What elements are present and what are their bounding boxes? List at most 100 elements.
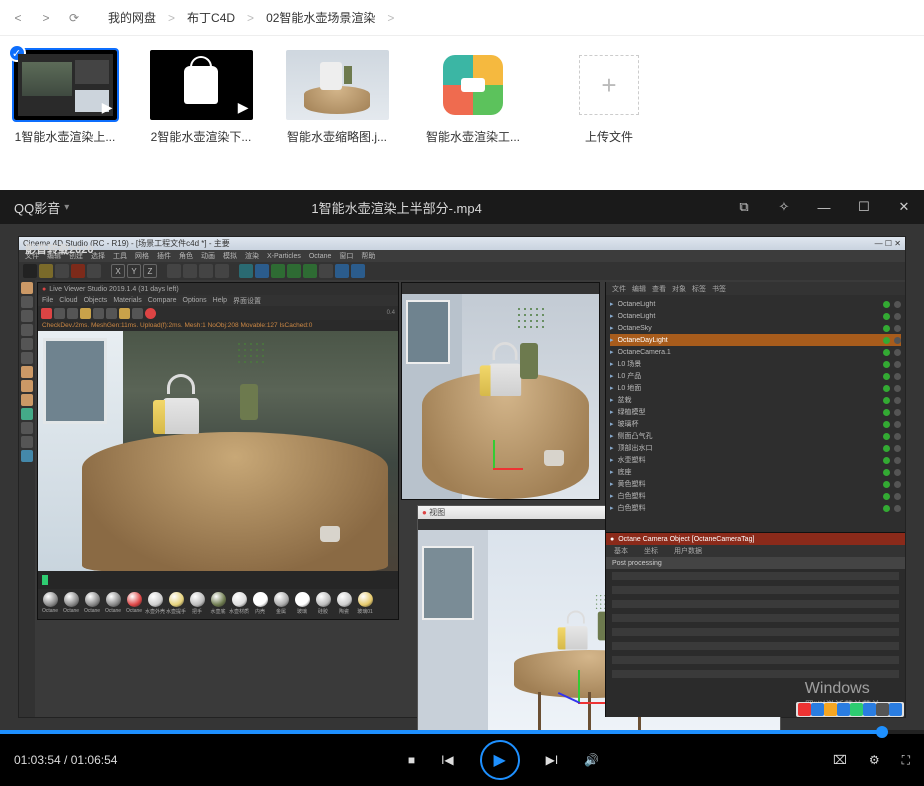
mode-icon[interactable] xyxy=(21,282,33,294)
menu-item[interactable]: 渲染 xyxy=(245,251,259,261)
tool-btn[interactable] xyxy=(183,264,197,278)
minimize-button[interactable]: — xyxy=(804,190,844,224)
tool-icon[interactable] xyxy=(67,308,78,319)
file-item[interactable]: ▶ 2智能水壶渲染下... xyxy=(146,50,256,145)
mode-icon[interactable] xyxy=(21,324,33,336)
file-thumb[interactable]: ✓ ▶ xyxy=(14,50,117,120)
player-app-name[interactable]: QQ影音 ▾ xyxy=(0,198,69,217)
tool-btn[interactable] xyxy=(319,264,333,278)
video-content[interactable]: 影音转载2020 Cinema 4D Studio (RC - R19) - [… xyxy=(0,224,924,730)
object-row[interactable]: ▸白色塑料 xyxy=(610,490,901,502)
material-item[interactable]: Octane xyxy=(40,592,60,618)
c4d-viewport-top[interactable] xyxy=(401,282,600,500)
tray-icon[interactable] xyxy=(811,703,824,716)
crumb-2[interactable]: 02智能水壶场景渲染 xyxy=(266,9,375,26)
material-item[interactable]: 水壶提手 xyxy=(166,592,186,618)
volume-button[interactable]: 🔊 xyxy=(584,753,599,767)
object-row[interactable]: ▸白色塑料 xyxy=(610,502,901,514)
tool-btn[interactable] xyxy=(271,264,285,278)
file-thumb[interactable]: ▶ xyxy=(150,50,253,120)
nav-forward[interactable]: > xyxy=(36,8,56,28)
rec-icon[interactable] xyxy=(41,308,52,319)
tool-icon[interactable] xyxy=(132,308,143,319)
menu-item[interactable]: 网格 xyxy=(135,251,149,261)
mode-icon[interactable] xyxy=(21,310,33,322)
pin-icon[interactable]: ✧ xyxy=(764,190,804,224)
slider[interactable] xyxy=(606,639,905,653)
material-item[interactable]: Octane xyxy=(82,592,102,618)
object-list[interactable]: ▸OctaneLight▸OctaneLight▸OctaneSky▸Octan… xyxy=(606,295,905,517)
tool-btn[interactable] xyxy=(39,264,53,278)
tool-icon[interactable] xyxy=(119,308,130,319)
tray-icon[interactable] xyxy=(824,703,837,716)
mode-icon[interactable] xyxy=(21,366,33,378)
axis-y[interactable]: Y xyxy=(127,264,141,278)
tool-btn[interactable] xyxy=(71,264,85,278)
material-item[interactable]: 内壳 xyxy=(250,592,270,618)
tool-btn[interactable] xyxy=(287,264,301,278)
maximize-button[interactable]: ☐ xyxy=(844,190,884,224)
tool-btn[interactable] xyxy=(351,264,365,278)
tool-icon[interactable] xyxy=(106,308,117,319)
material-item[interactable]: 把手 xyxy=(187,592,207,618)
material-item[interactable]: 陶瓷 xyxy=(334,592,354,618)
slider[interactable] xyxy=(606,597,905,611)
file-item[interactable]: 智能水壶缩略图.j... xyxy=(282,50,392,145)
tab[interactable]: 书签 xyxy=(712,284,726,294)
menu-item[interactable]: Octane xyxy=(309,253,332,260)
tab[interactable]: 文件 xyxy=(612,284,626,294)
slider[interactable] xyxy=(606,611,905,625)
menu-item[interactable]: 工具 xyxy=(113,251,127,261)
mode-icon[interactable] xyxy=(21,408,33,420)
play-button[interactable]: ▶ xyxy=(480,740,520,780)
object-row[interactable]: ▸OctaneCamera.1 xyxy=(610,346,901,358)
menu-item[interactable]: 界面设置 xyxy=(233,296,261,306)
slider[interactable] xyxy=(606,625,905,639)
file-item[interactable]: 智能水壶渲染工... xyxy=(418,50,528,145)
crumb-0[interactable]: 我的网盘 xyxy=(108,9,156,26)
progress-bar[interactable] xyxy=(0,730,924,734)
menu-item[interactable]: 窗口 xyxy=(339,251,353,261)
mode-icon[interactable] xyxy=(21,296,33,308)
tool-btn[interactable] xyxy=(303,264,317,278)
nav-reload[interactable]: ⟳ xyxy=(64,8,84,28)
tool-btn[interactable] xyxy=(23,264,37,278)
c4d-timeline[interactable] xyxy=(38,571,398,589)
object-row[interactable]: ▸底座 xyxy=(610,466,901,478)
fullscreen-button[interactable]: ⛶ xyxy=(902,753,910,768)
axis-z[interactable]: Z xyxy=(143,264,157,278)
material-item[interactable]: 金属 xyxy=(271,592,291,618)
tab[interactable]: 对象 xyxy=(672,284,686,294)
object-row[interactable]: ▸OctaneLight xyxy=(610,298,901,310)
material-item[interactable]: 玻璃01 xyxy=(355,592,375,618)
tool-btn[interactable] xyxy=(87,264,101,278)
tray-icon[interactable] xyxy=(889,703,902,716)
tray-icon[interactable] xyxy=(798,703,811,716)
crumb-1[interactable]: 布丁C4D xyxy=(187,9,235,26)
tool-btn[interactable] xyxy=(55,264,69,278)
object-row[interactable]: ▸玻璃杯 xyxy=(610,418,901,430)
object-row[interactable]: ▸绿植模型 xyxy=(610,406,901,418)
menu-item[interactable]: 插件 xyxy=(157,251,171,261)
slider[interactable] xyxy=(606,667,905,681)
nav-back[interactable]: < xyxy=(8,8,28,28)
settings-button[interactable]: ⚙ xyxy=(869,753,880,767)
upload-item[interactable]: + 上传文件 xyxy=(554,50,664,145)
object-row[interactable]: ▸盆栽 xyxy=(610,394,901,406)
menu-item[interactable]: 模拟 xyxy=(223,251,237,261)
menu-item[interactable]: Objects xyxy=(84,297,108,304)
pip-icon[interactable]: ⧉ xyxy=(724,190,764,224)
slider[interactable] xyxy=(606,653,905,667)
tray-icon[interactable] xyxy=(876,703,889,716)
material-item[interactable]: Octane xyxy=(61,592,81,618)
material-item[interactable]: Octane xyxy=(103,592,123,618)
menu-item[interactable]: Compare xyxy=(148,297,177,304)
tab[interactable]: 标签 xyxy=(692,284,706,294)
tool-btn[interactable] xyxy=(215,264,229,278)
menu-item[interactable]: 角色 xyxy=(179,251,193,261)
object-row[interactable]: ▸黄色塑料 xyxy=(610,478,901,490)
material-item[interactable]: 水壶底 xyxy=(208,592,228,618)
tool-btn[interactable] xyxy=(199,264,213,278)
file-item[interactable]: ✓ ▶ 1智能水壶渲染上... xyxy=(10,50,120,145)
prev-button[interactable]: I◀ xyxy=(441,753,454,767)
